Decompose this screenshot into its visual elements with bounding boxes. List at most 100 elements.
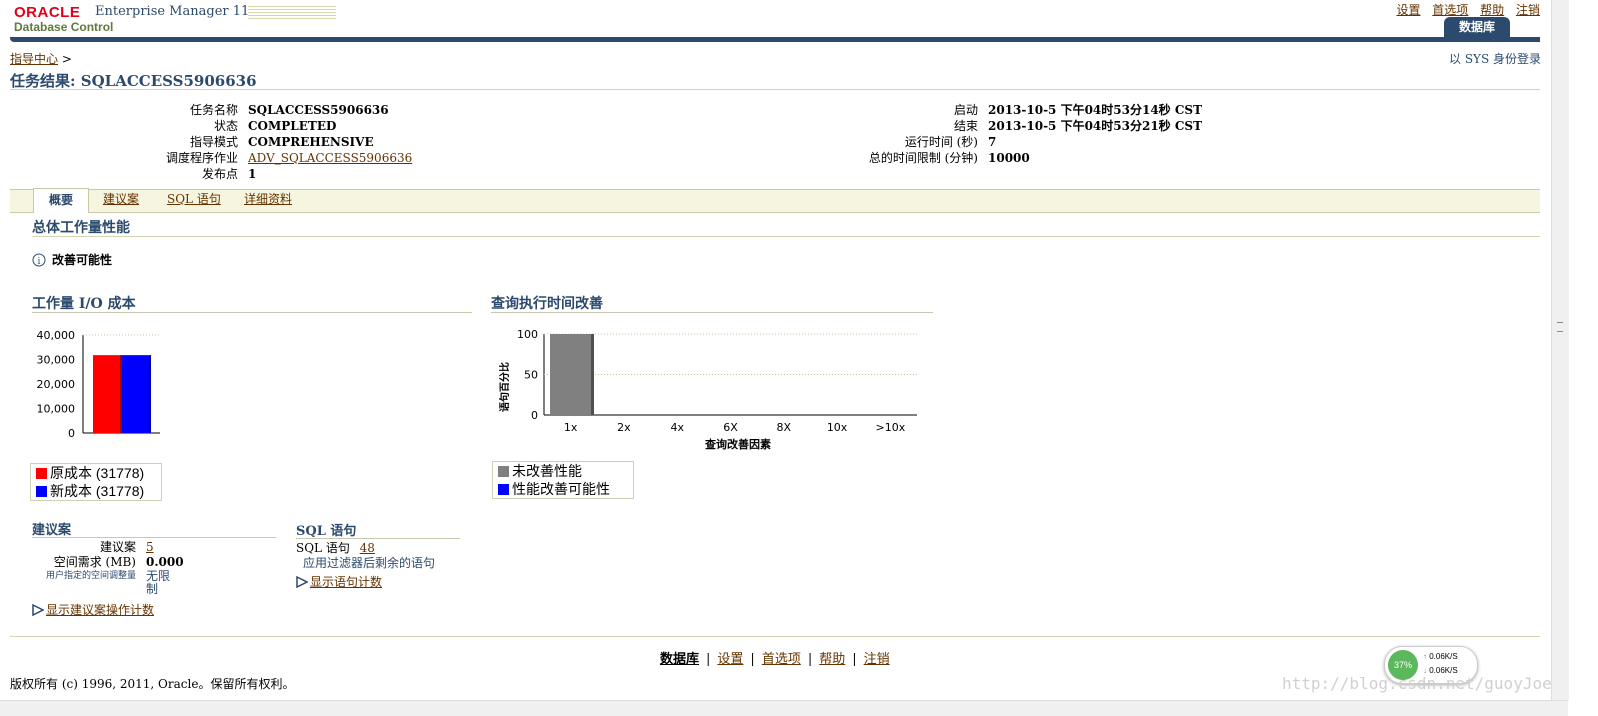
swatch-blue [36,486,47,497]
product-name: Enterprise Manager 11 g [95,4,263,19]
label-recommendations: 建议案 [99,540,136,554]
tab-overview[interactable]: 概要 [33,188,89,213]
upload-rate: ↑ 0.06K/S [1423,652,1458,661]
product-subtitle: Database Control [14,20,114,34]
footer-divider [10,636,1540,637]
link-preferences[interactable]: 首选项 [1432,3,1468,17]
io-bar-shade-0 [120,355,122,433]
legend-new-cost: 新成本 (31778) [31,482,161,500]
legend-unimproved: 未改善性能 [493,462,633,480]
value-end: 2013-10-5 下午04时53分21秒 CST [988,119,1203,133]
label-sql-statements: SQL 语句 [296,541,350,555]
io-y-tick-label: 20,000 [37,378,76,391]
sql-filter-note: 应用过滤器后剩余的语句 [303,556,436,570]
io-bar-0 [93,355,122,433]
tab-recommendations[interactable]: 建议案 [103,189,139,211]
copyright: 版权所有 (c) 1996, 2011, Oracle。保留所有权利。 [10,677,295,691]
label-space-required: 空间需求 (MB) [53,555,136,569]
watermark: http://blog.csdn.net/guoyJoe [1282,674,1552,693]
io-y-tick-label: 10,000 [37,403,76,416]
show-statement-counts-toggle[interactable]: 显示语句计数 [296,573,382,590]
exec-bar-shade-0-0 [591,334,594,415]
footer-link-preferences[interactable]: 首选项 [762,652,801,667]
exec-chart-divider [491,312,933,313]
link-help[interactable]: 帮助 [1480,3,1504,17]
label-status: 状态 [213,119,238,133]
io-chart-divider [32,312,472,313]
scheduler-job-link[interactable]: ADV_SQLACCESS5906636 [248,150,412,166]
exec-chart-title: 查询执行时间改善 [491,296,603,312]
value-advisor-mode: COMPREHENSIVE [248,135,374,149]
footer-links: 数据库 | 设置 | 首选项 | 帮助 | 注销 [660,652,890,667]
overall-performance-heading: 总体工作量性能 [32,220,130,236]
exec-chart-xlabel: 查询改善因素 [705,437,771,451]
sql-summary: SQL 语句 48 应用过滤器后剩余的语句 [296,541,435,571]
io-bar-shade-1 [149,355,151,433]
value-space-adjustment: 无限制 [146,569,171,596]
io-chart-title: 工作量 I/O 成本 [32,296,136,312]
scrollbar-grip-icon [1557,322,1563,332]
recommendations-summary: 建议案 5 空间需求 (MB) 0.000 用户指定的空间调整量 无限制 [32,540,184,596]
exec-y-tick-label: 50 [524,369,538,382]
breadcrumb-advisor-central[interactable]: 指导中心 [10,52,58,66]
task-info-left: 任务名称 SQLACCESS5906636 状态 COMPLETED 指导模式 COM… [150,102,412,182]
tab-details[interactable]: 详细资料 [244,189,292,211]
show-recommendation-actions-toggle[interactable]: 显示建议案操作计数 [32,601,154,618]
label-run-time: 运行时间 (秒) [904,135,978,149]
link-logout[interactable]: 注销 [1516,3,1540,17]
brand-decoration [248,6,336,20]
breadcrumb: 指导中心 > [10,52,72,66]
label-end: 结束 [953,119,978,133]
recommendations-count-link[interactable]: 5 [146,540,154,555]
exec-y-tick-label: 0 [531,409,538,422]
footer-link-settings[interactable]: 设置 [717,652,743,667]
label-publish-point: 发布点 [201,167,238,181]
task-info-right: 启动 2013-10-5 下午04时53分14秒 CST 结束 2013-10-5 … [830,102,1202,166]
swatch-gray [498,466,509,477]
show-recommendation-actions-link[interactable]: 显示建议案操作计数 [46,601,154,618]
info-icon: i [32,253,46,267]
io-y-tick-label: 30,000 [37,354,76,367]
exec-x-tick-label: 1x [564,421,578,434]
exec-chart-ylabel: 语句百分比 [498,362,511,412]
horizontal-scrollbar[interactable] [0,700,1568,716]
tab-sql-statements[interactable]: SQL 语句 [167,189,221,211]
footer-link-database[interactable]: 数据库 [660,652,699,667]
global-links: 设置 首选项 帮助 注销 [1388,1,1540,18]
exec-time-chart: 语句百分比 100 50 0 1x 2x 4x 6X 8X 10x >10x 查询改善因素 [498,328,917,451]
label-start: 启动 [953,103,978,117]
sql-count-link[interactable]: 48 [360,541,375,555]
footer-link-help[interactable]: 帮助 [819,652,845,667]
exec-bar-0-0 [550,334,594,415]
value-run-time: 7 [988,135,997,149]
exec-x-tick-label: 8X [777,421,792,434]
subtab-bar [10,189,1540,213]
footer-link-logout[interactable]: 注销 [864,652,890,667]
exec-x-tick-label: 4x [670,421,684,434]
io-y-tick-label: 40,000 [37,329,76,342]
vertical-scrollbar[interactable] [1551,0,1569,700]
label-task-name: 任务名称 [189,103,238,117]
improvement-label: 改善可能性 [52,253,113,267]
link-settings[interactable]: 设置 [1396,3,1420,17]
recommendations-divider [32,537,276,538]
sql-statements-heading: SQL 语句 [296,524,357,539]
value-publish-point: 1 [248,167,257,181]
tab-database[interactable]: 数据库 [1444,17,1510,37]
exec-x-tick-label: 10x [827,421,848,434]
io-y-tick-label: 0 [68,427,75,440]
exec-x-tick-label: 6X [723,421,738,434]
legend-original-cost: 原成本 (31778) [31,464,161,482]
show-statement-counts-link[interactable]: 显示语句计数 [310,573,382,590]
label-scheduler-job: 调度程序作业 [165,151,238,165]
svg-text:i: i [38,257,41,267]
exec-x-tick-label: 2x [617,421,631,434]
section-divider [32,236,1540,237]
value-space-required: 0.000 [146,555,184,569]
value-task-name: SQLACCESS5906636 [248,103,389,117]
io-chart-legend: 原成本 (31778) 新成本 (31778) [30,463,162,501]
swatch-red [36,468,47,479]
value-status: COMPLETED [248,119,337,133]
value-time-limit: 10000 [988,151,1030,165]
label-advisor-mode: 指导模式 [189,135,238,149]
